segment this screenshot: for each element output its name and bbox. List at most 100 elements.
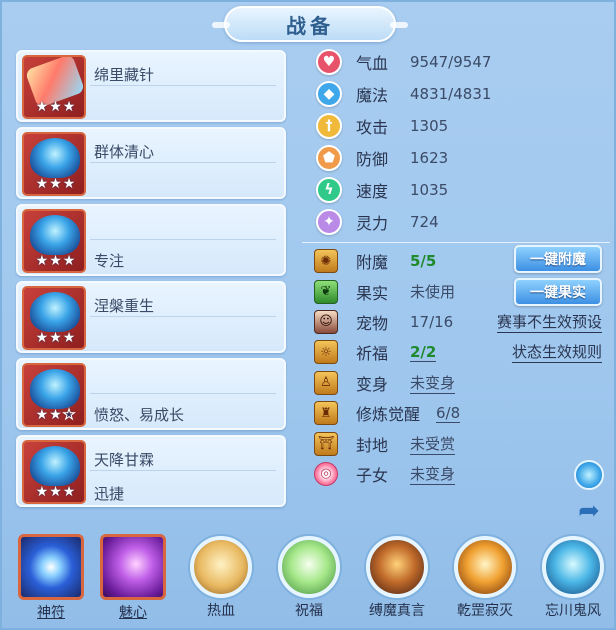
stat-value: 1305 (410, 117, 449, 135)
helmet-skill-icon: ★★★ (22, 132, 86, 196)
stat-row-attack: † 攻击 1305 (312, 110, 612, 142)
attr-row-blessing: ☼ 祈福 2/2 状态生效规则 (314, 337, 614, 367)
enchant-icon: ✺ (314, 249, 338, 274)
slot-label: 祝福 (295, 603, 323, 619)
attr-row-enchant: ✺ 附魔 5/5 一键附魔 (314, 245, 614, 276)
stat-label: 灵力 (356, 214, 389, 233)
skill-name: 涅槃重生 (94, 297, 155, 315)
cultivation-icon: ♜ (314, 401, 338, 426)
skill-name: 专注 (94, 252, 125, 270)
skill-name: 绵里藏针 (94, 66, 155, 84)
skill-subname: 迅捷 (94, 485, 125, 503)
lightning-icon: ϟ (316, 177, 342, 203)
star-rating: ★★★ (35, 99, 77, 115)
stat-value: 1035 (410, 181, 449, 199)
pet-avatar-icon: ☺ (314, 309, 338, 334)
qiangang-icon (454, 536, 516, 598)
stat-row-defense: ⬟ 防御 1623 (312, 142, 612, 174)
attr-label: 宠物 (356, 313, 389, 333)
attr-row-child: ◎ 子女 未变身 (314, 459, 614, 489)
slot-label: 魅心 (119, 605, 147, 621)
armor-skill-icon: ★★★ (22, 440, 86, 504)
star-rating: ★★★ (35, 176, 77, 192)
slot-label: 忘川鬼风 (545, 603, 601, 619)
skill-card[interactable]: ★★★ 绵里藏针 (16, 50, 286, 122)
slot-blessing[interactable]: 祝福 (270, 530, 348, 620)
attr-label: 封地 (356, 435, 389, 455)
skill-card[interactable]: ★★★ 群体清心 (16, 127, 286, 199)
attr-value[interactable]: 未变身 (410, 372, 456, 394)
hot-blood-icon (190, 536, 252, 598)
stat-value: 1623 (410, 149, 449, 167)
attr-label: 祈福 (356, 344, 389, 364)
slot-talisman[interactable]: 神符 (12, 530, 90, 622)
charm-icon (100, 534, 166, 600)
one-click-fruit-button[interactable]: 一键果实 (514, 278, 602, 307)
refresh-icon[interactable] (574, 460, 604, 490)
phoenix-skill-icon: ★★★ (22, 286, 86, 350)
attr-value[interactable]: 未受赏 (410, 433, 456, 455)
stat-label: 速度 (356, 182, 389, 201)
transform-icon: ♙ (314, 370, 338, 395)
status-rules-link[interactable]: 状态生效规则 (511, 341, 602, 364)
attr-row-fief: ⛩ 封地 未受赏 (314, 428, 614, 458)
ghost-wind-icon (542, 536, 604, 598)
prep-attributes: ✺ 附魔 5/5 一键附魔 ❦ 果实 未使用 一键果实 ☺ 宠物 17/16 赛… (314, 245, 614, 489)
blessing-icon: ☼ (314, 340, 338, 365)
fief-icon: ⛩ (314, 431, 338, 456)
stat-label: 防御 (356, 150, 389, 169)
stat-value: 9547/9547 (410, 53, 492, 71)
attr-row-pet: ☺ 宠物 17/16 赛事不生效预设 (314, 307, 614, 337)
slot-demon-bind[interactable]: 缚魔真言 (358, 530, 436, 620)
skill-card[interactable]: ★★★ 涅槃重生 (16, 281, 286, 353)
attr-label: 变身 (356, 374, 389, 394)
slot-ghost-wind[interactable]: 忘川鬼风 (534, 530, 612, 620)
share-icon[interactable]: ➦ (574, 496, 604, 526)
attr-value[interactable]: 2/2 (410, 343, 437, 362)
attr-label: 子女 (356, 465, 389, 485)
demon-bind-icon (366, 536, 428, 598)
skill-card[interactable]: ★★★ 愤怒、易成长 (16, 358, 286, 430)
bottom-skill-bar: 神符 魅心 热血 祝福 缚魔真言 乾罡寂灭 忘川鬼风 (2, 530, 616, 630)
crown-skill-icon: ★★★ (22, 209, 86, 273)
panel-title-banner: 战备 (212, 6, 408, 42)
slot-hot-blood[interactable]: 热血 (182, 530, 260, 620)
attr-row-fruit: ❦ 果实 未使用 一键果实 (314, 276, 614, 307)
skill-card[interactable]: ★★★ 天降甘霖 迅捷 (16, 435, 286, 507)
skill-name: 愤怒、易成长 (94, 406, 185, 424)
event-no-preset-link[interactable]: 赛事不生效预设 (496, 311, 602, 333)
attr-row-transform: ♙ 变身 未变身 (314, 368, 614, 398)
spirit-icon: ✦ (316, 209, 342, 235)
shield-icon: ⬟ (316, 145, 342, 171)
stat-row-speed: ϟ 速度 1035 (312, 174, 612, 206)
attr-value[interactable]: 6/8 (436, 404, 461, 423)
slot-charm[interactable]: 魅心 (94, 530, 172, 622)
stat-label: 气血 (356, 54, 389, 73)
blessing-leaf-icon (278, 536, 340, 598)
slot-label: 神符 (37, 605, 65, 621)
star-rating: ★★★ (35, 407, 77, 424)
star-rating: ★★★ (35, 330, 77, 346)
skill-name: 天降甘霖 (94, 451, 155, 469)
section-divider (302, 242, 610, 243)
stat-row-hp: ♥ 气血 9547/9547 (312, 46, 612, 78)
attr-label: 修炼觉醒 (356, 405, 421, 425)
battle-prep-panel: 战备 ★★★ 绵里藏针 ★★★ 群体清心 ★★★ 专注 ★★★ 涅槃重生 ★★★… (0, 0, 616, 630)
skill-card[interactable]: ★★★ 专注 (16, 204, 286, 276)
star-rating: ★★★ (35, 253, 77, 269)
one-click-enchant-button[interactable]: 一键附魔 (514, 245, 602, 273)
panel-title: 战备 (286, 13, 334, 38)
attr-value[interactable]: 未变身 (410, 463, 456, 485)
stat-row-mp: ◆ 魔法 4831/4831 (312, 78, 612, 110)
attr-value: 未使用 (410, 283, 456, 302)
skill-name: 群体清心 (94, 143, 155, 161)
sword-icon: † (316, 113, 342, 139)
stat-row-spirit: ✦ 灵力 724 (312, 206, 612, 238)
slot-qiangang[interactable]: 乾罡寂灭 (446, 530, 524, 620)
diamond-icon: ◆ (316, 81, 342, 107)
attr-label: 附魔 (356, 253, 389, 273)
heart-icon: ♥ (316, 49, 342, 75)
stat-label: 魔法 (356, 86, 389, 105)
slot-label: 热血 (207, 603, 235, 619)
child-icon: ◎ (314, 461, 338, 486)
